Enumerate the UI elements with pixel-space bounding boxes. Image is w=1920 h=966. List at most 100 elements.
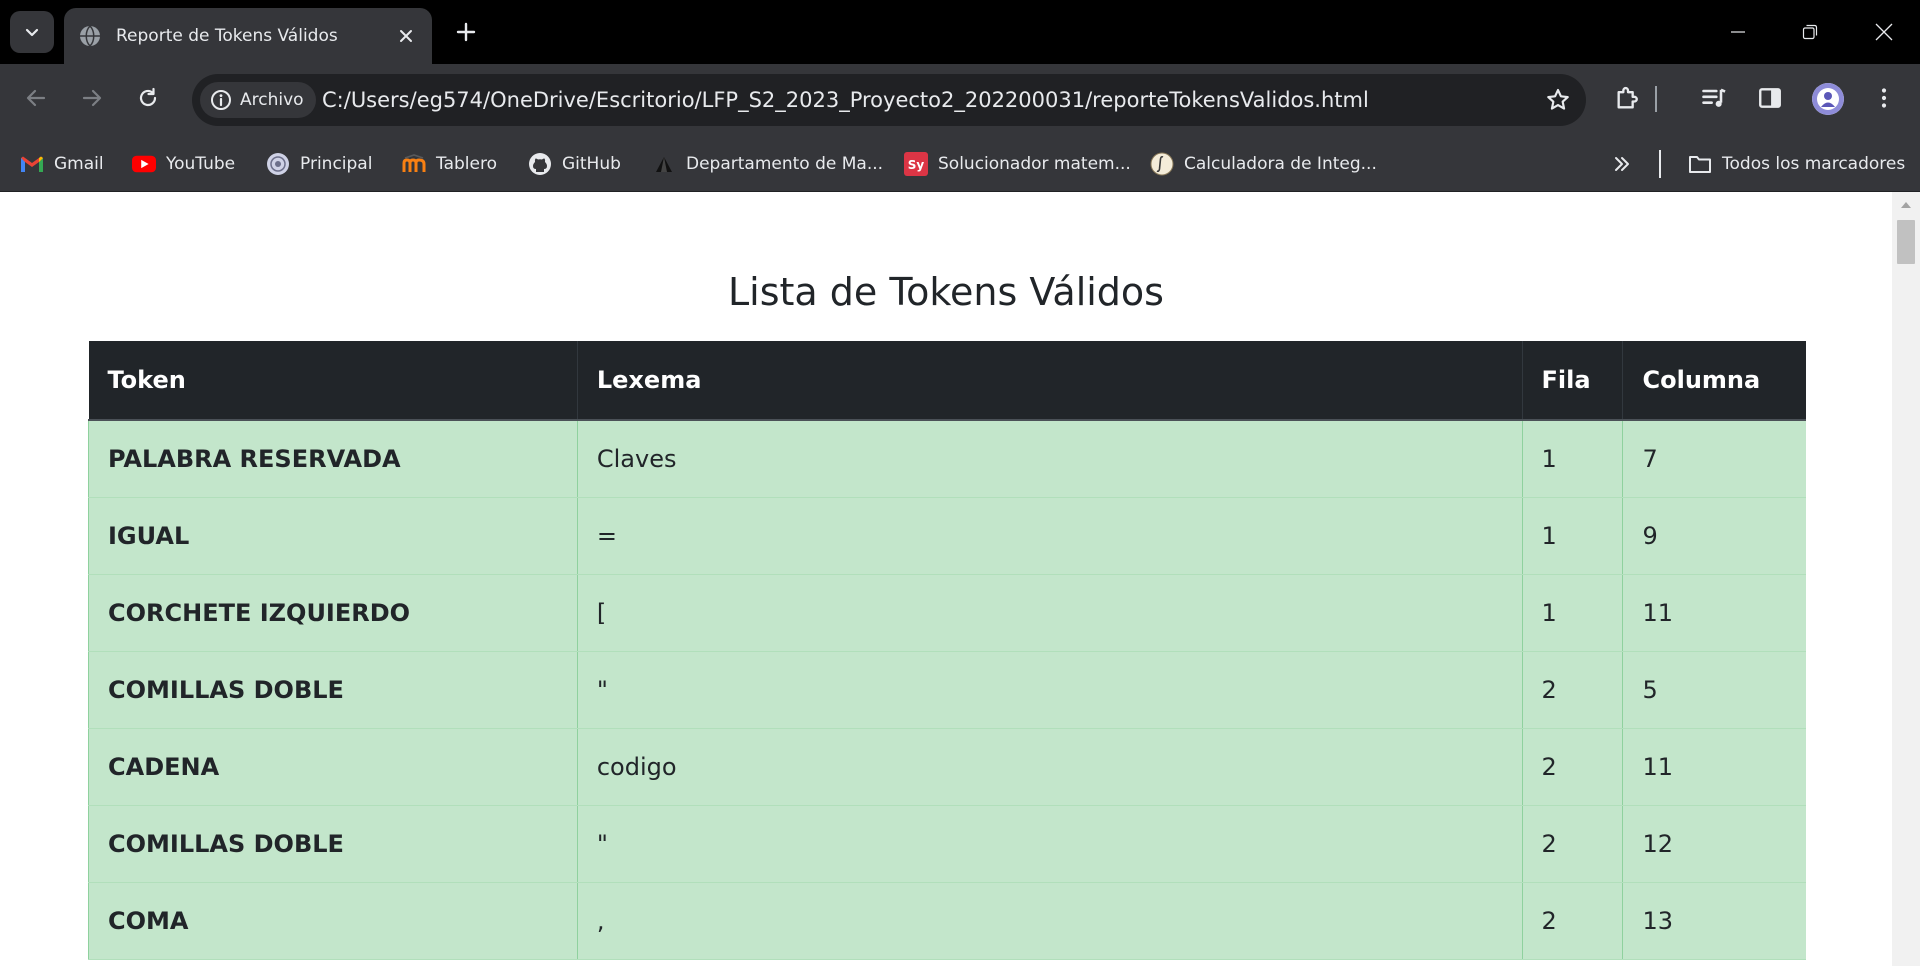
columna-cell: 7 xyxy=(1622,420,1806,498)
token-cell: PALABRA RESERVADA xyxy=(88,420,578,498)
symbolab-icon: Sy xyxy=(904,152,928,176)
bookmark-label: YouTube xyxy=(166,154,236,174)
bookmark-label: Tablero xyxy=(436,154,497,174)
lexema-cell: [ xyxy=(577,574,1523,652)
github-icon xyxy=(528,152,552,176)
fila-cell: 2 xyxy=(1522,728,1624,806)
principal-icon xyxy=(266,152,290,176)
all-bookmarks-button[interactable]: Todos los marcadores xyxy=(1688,149,1905,179)
token-cell: CORCHETE IZQUIERDO xyxy=(88,574,578,652)
column-header-lexema: Lexema xyxy=(577,341,1523,421)
media-controls-button[interactable] xyxy=(1694,78,1734,118)
bookmark-departamento[interactable]: Departamento de Ma... xyxy=(652,149,883,179)
token-cell: CADENA xyxy=(88,728,578,806)
bookmarks-divider xyxy=(1659,150,1661,178)
fila-cell: 2 xyxy=(1522,651,1624,729)
columna-cell: 11 xyxy=(1622,728,1806,806)
table-row: COMA , 2 13 xyxy=(88,882,1806,960)
integral-icon xyxy=(1150,152,1174,176)
column-header-fila: Fila xyxy=(1522,341,1624,421)
table-row: COMILLAS DOBLE " 2 5 xyxy=(88,651,1806,729)
page-content: Lista de Tokens Válidos Token Lexema Fil… xyxy=(0,192,1892,966)
tab-strip: Reporte de Tokens Válidos xyxy=(0,0,1920,64)
columna-cell: 5 xyxy=(1622,651,1806,729)
close-window-button[interactable] xyxy=(1848,0,1920,64)
fila-cell: 1 xyxy=(1522,420,1624,498)
column-header-token: Token xyxy=(88,341,578,421)
bookmark-label: Departamento de Ma... xyxy=(686,154,884,174)
fila-cell: 2 xyxy=(1522,805,1624,883)
table-header-row: Token Lexema Fila Columna xyxy=(88,341,1806,421)
bookmark-star-icon[interactable] xyxy=(1544,86,1572,114)
tab-title: Reporte de Tokens Válidos xyxy=(116,26,338,46)
scrollbar-thumb[interactable] xyxy=(1897,220,1915,264)
bookmark-gmail[interactable]: Gmail xyxy=(20,149,104,179)
close-tab-icon[interactable] xyxy=(392,22,420,50)
arrow-left-icon xyxy=(26,89,46,107)
bookmark-github[interactable]: GitHub xyxy=(528,149,621,179)
chevron-down-icon xyxy=(25,28,39,37)
youtube-icon xyxy=(132,152,156,176)
triangle-icon xyxy=(652,152,676,176)
table-row: CORCHETE IZQUIERDO [ 1 11 xyxy=(88,574,1806,652)
columna-cell: 12 xyxy=(1622,805,1806,883)
lexema-cell: codigo xyxy=(577,728,1523,806)
profile-avatar[interactable] xyxy=(1812,83,1844,115)
vertical-scrollbar[interactable] xyxy=(1892,192,1920,966)
lexema-cell: , xyxy=(577,882,1523,960)
extensions-button[interactable] xyxy=(1608,78,1648,118)
toolbar-divider xyxy=(1655,86,1657,112)
site-chip-label: Archivo xyxy=(240,90,304,110)
bookmark-label: Gmail xyxy=(54,154,104,174)
lexema-cell: Claves xyxy=(577,420,1523,498)
reload-button[interactable] xyxy=(126,76,170,120)
site-info-chip[interactable]: Archivo xyxy=(200,82,316,118)
side-panel-icon xyxy=(1759,88,1781,108)
bookmark-calculadora[interactable]: Calculadora de Integ... xyxy=(1150,149,1377,179)
token-cell: COMILLAS DOBLE xyxy=(88,805,578,883)
bookmarks-overflow-button[interactable] xyxy=(1612,149,1632,179)
side-panel-button[interactable] xyxy=(1750,78,1790,118)
bookmark-youtube[interactable]: YouTube xyxy=(132,149,235,179)
toolbar: Archivo C:/Users/eg574/OneDrive/Escritor… xyxy=(0,64,1920,136)
minimize-button[interactable] xyxy=(1702,0,1774,64)
gmail-icon xyxy=(20,152,44,176)
fila-cell: 2 xyxy=(1522,882,1624,960)
globe-icon xyxy=(78,24,102,48)
puzzle-icon xyxy=(1617,86,1638,109)
bookmark-label: Solucionador matem... xyxy=(938,154,1131,174)
lexema-cell: " xyxy=(577,805,1523,883)
more-vert-icon xyxy=(1881,88,1887,108)
reload-icon xyxy=(139,87,157,107)
playlist-icon xyxy=(1702,88,1726,107)
active-tab[interactable]: Reporte de Tokens Válidos xyxy=(64,8,432,64)
bookmark-principal[interactable]: Principal xyxy=(266,149,372,179)
url-text[interactable]: C:/Users/eg574/OneDrive/Escritorio/LFP_S… xyxy=(322,88,1369,112)
all-bookmarks-label: Todos los marcadores xyxy=(1722,154,1906,174)
folder-icon xyxy=(1688,152,1712,176)
minimize-icon xyxy=(1731,31,1745,33)
tokens-table: Token Lexema Fila Columna PALABRA RESERV… xyxy=(88,341,1806,960)
bookmark-symbolab[interactable]: Sy Solucionador matem... xyxy=(904,149,1131,179)
back-button[interactable] xyxy=(14,76,58,120)
forward-button[interactable] xyxy=(70,76,114,120)
bookmarks-bar: Gmail YouTube Principal Tablero GitHub D… xyxy=(0,136,1920,192)
new-tab-button[interactable] xyxy=(448,14,484,50)
restore-button[interactable] xyxy=(1774,0,1846,64)
bookmark-label: Principal xyxy=(300,154,373,174)
chrome-menu-button[interactable] xyxy=(1864,78,1904,118)
bookmark-tablero[interactable]: Tablero xyxy=(402,149,497,179)
column-header-columna: Columna xyxy=(1622,341,1806,421)
tab-search-button[interactable] xyxy=(10,11,54,53)
scroll-up-arrow-icon[interactable] xyxy=(1892,192,1920,218)
bookmark-label: Calculadora de Integ... xyxy=(1184,154,1377,174)
fila-cell: 1 xyxy=(1522,574,1624,652)
token-cell: COMA xyxy=(88,882,578,960)
table-row: IGUAL = 1 9 xyxy=(88,497,1806,575)
bookmark-label: GitHub xyxy=(562,154,621,174)
table-row: CADENA codigo 2 11 xyxy=(88,728,1806,806)
page-title: Lista de Tokens Válidos xyxy=(728,270,1164,314)
address-bar[interactable]: Archivo C:/Users/eg574/OneDrive/Escritor… xyxy=(192,74,1586,126)
avatar-icon xyxy=(1812,83,1844,115)
svg-text:Sy: Sy xyxy=(908,158,925,172)
